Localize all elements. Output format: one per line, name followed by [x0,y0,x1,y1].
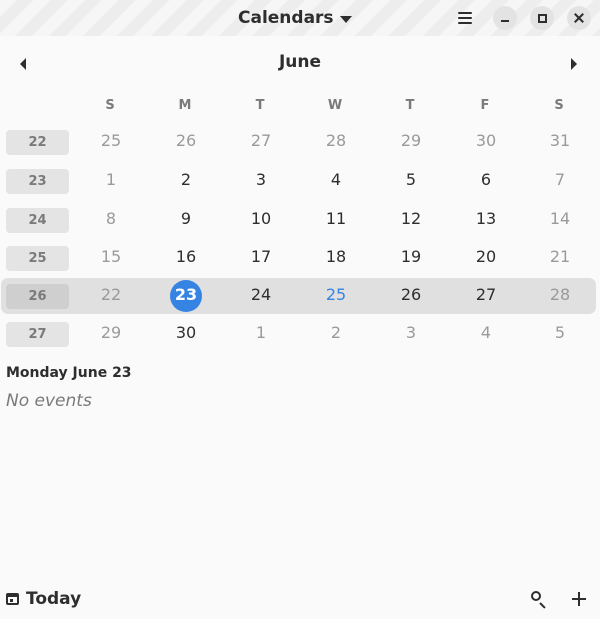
day-cell[interactable]: 29 [91,318,131,348]
search-button[interactable] [528,588,550,610]
day-cell[interactable]: 9 [166,204,206,234]
day-cell[interactable]: 22 [91,280,131,310]
weekday-label: T [405,98,415,113]
day-cell[interactable]: 1 [91,165,131,195]
week-number: 22 [6,130,69,155]
main-menu-button[interactable] [452,6,478,30]
day-cell[interactable]: 18 [316,242,356,272]
day-cell[interactable]: 11 [316,204,356,234]
today-label: Today [26,589,82,609]
hamburger-menu-icon [458,12,472,14]
day-cell[interactable]: 10 [241,204,281,234]
day-cell[interactable]: 19 [391,242,431,272]
day-cell[interactable]: 21 [540,242,580,272]
chevron-left-icon [20,58,26,70]
calendars-dropdown-button[interactable]: Calendars [238,6,352,30]
minimize-button[interactable] [493,6,517,30]
calendars-title: Calendars [238,8,334,28]
day-cell[interactable]: 30 [466,126,506,156]
weekday-label: S [105,98,115,113]
weekday-label: F [480,98,490,113]
month-title: June [278,52,322,72]
weekday-label: S [554,98,564,113]
next-month-button[interactable] [564,54,584,74]
week-number: 23 [6,169,69,194]
day-cell[interactable]: 5 [540,318,580,348]
day-cell[interactable]: 8 [91,204,131,234]
minimize-icon [501,19,509,22]
month-header: June [0,52,600,72]
previous-month-button[interactable] [14,54,34,74]
day-cell[interactable]: 28 [540,280,580,310]
add-event-button[interactable] [568,588,590,610]
day-cell[interactable]: 25 [316,280,356,310]
chevron-right-icon [571,58,577,70]
day-cell[interactable]: 15 [91,242,131,272]
today-button[interactable]: Today [6,586,81,612]
week-number: 26 [6,284,69,309]
chevron-down-icon [339,15,352,23]
day-cell-selected[interactable]: 23 [166,280,206,310]
day-cell[interactable]: 7 [540,165,580,195]
no-events-label: No events [6,391,92,411]
weekday-label: T [255,98,265,113]
day-cell[interactable]: 30 [166,318,206,348]
weekday-label: M [178,98,192,113]
day-cell[interactable]: 1 [241,318,281,348]
day-cell[interactable]: 28 [316,126,356,156]
calendar-today-icon [6,593,19,605]
day-cell[interactable]: 6 [466,165,506,195]
agenda-date-heading: Monday June 23 [6,365,132,381]
close-icon [574,13,584,23]
day-cell[interactable]: 26 [166,126,206,156]
day-cell[interactable]: 3 [241,165,281,195]
close-button[interactable] [567,6,591,30]
day-cell[interactable]: 3 [391,318,431,348]
day-cell[interactable]: 25 [91,126,131,156]
day-cell[interactable]: 4 [316,165,356,195]
search-icon [531,591,541,601]
maximize-icon [537,13,547,23]
day-cell[interactable]: 27 [241,126,281,156]
week-number: 25 [6,246,69,271]
day-cell[interactable]: 26 [391,280,431,310]
day-cell[interactable]: 16 [166,242,206,272]
day-cell[interactable]: 12 [391,204,431,234]
day-cell[interactable]: 29 [391,126,431,156]
day-cell[interactable]: 2 [166,165,206,195]
day-cell[interactable]: 4 [466,318,506,348]
week-number: 27 [6,322,69,347]
maximize-button[interactable] [530,6,554,30]
day-cell[interactable]: 24 [241,280,281,310]
day-cell[interactable]: 5 [391,165,431,195]
day-cell[interactable]: 20 [466,242,506,272]
day-cell[interactable]: 31 [540,126,580,156]
day-cell[interactable]: 13 [466,204,506,234]
header-bar: Calendars [0,0,600,36]
day-cell[interactable]: 2 [316,318,356,348]
day-cell[interactable]: 14 [540,204,580,234]
day-cell[interactable]: 27 [466,280,506,310]
day-cell[interactable]: 17 [241,242,281,272]
weekday-label: W [327,98,343,113]
week-number: 24 [6,208,69,233]
